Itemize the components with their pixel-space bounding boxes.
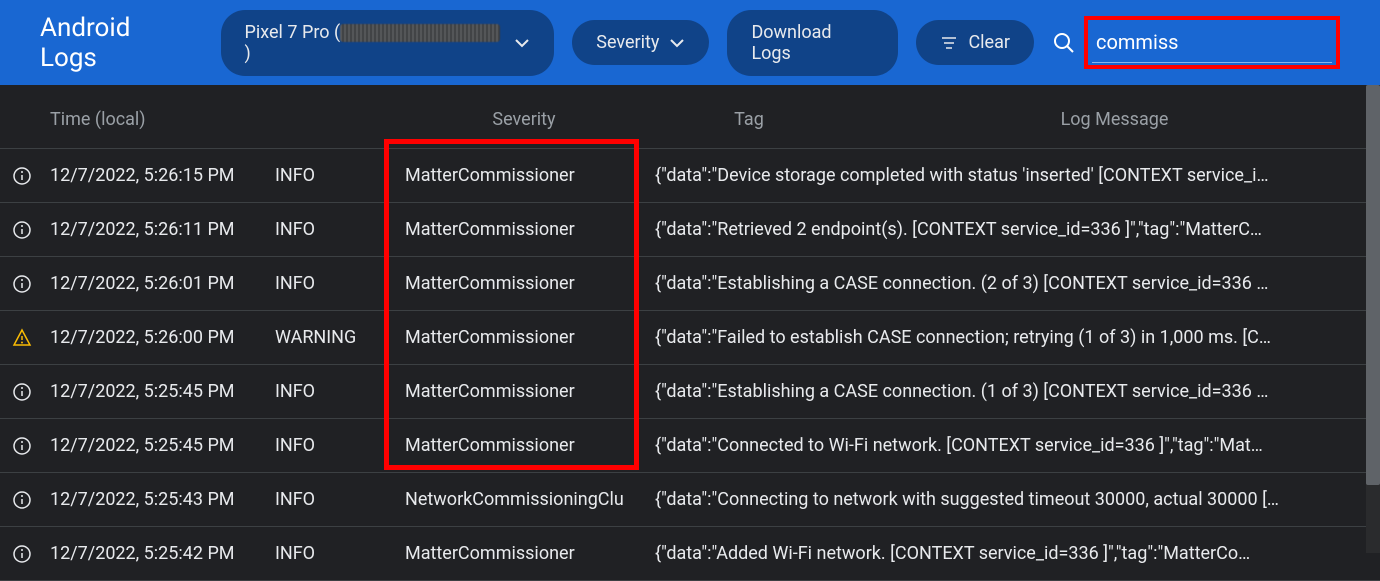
severity-cell: INFO [269,435,399,456]
tag-cell: MatterCommissioner [399,273,649,294]
device-id-obscured [340,24,500,42]
severity-cell: WARNING [269,327,399,348]
tag-cell: NetworkCommissioningClu [399,489,649,510]
tag-cell: MatterCommissioner [399,381,649,402]
severity-cell: INFO [269,165,399,186]
message-cell: {"data":"Establishing a CASE connection.… [649,273,1380,294]
column-header-time[interactable]: Time (local) [44,109,269,130]
header-bar: Android Logs Pixel 7 Pro () Severity Dow… [0,0,1380,85]
message-cell: {"data":"Connected to Wi-Fi network. [CO… [649,435,1380,456]
message-cell: {"data":"Establishing a CASE connection.… [649,381,1380,402]
time-cell: 12/7/2022, 5:26:00 PM [44,327,269,348]
scrollbar-thumb[interactable] [1366,85,1380,485]
clear-icon [940,34,958,52]
device-label: Pixel 7 Pro () [245,22,505,64]
info-icon [0,166,44,186]
severity-cell: INFO [269,489,399,510]
table-row[interactable]: 12/7/2022, 5:25:45 PMINFOMatterCommissio… [0,365,1380,419]
column-header-severity[interactable]: Severity [399,109,649,130]
time-cell: 12/7/2022, 5:25:43 PM [44,489,269,510]
download-logs-label: Download Logs [751,22,874,64]
search-container [1052,16,1340,69]
tag-cell: MatterCommissioner [399,327,649,348]
tag-cell: MatterCommissioner [399,543,649,564]
time-cell: 12/7/2022, 5:26:01 PM [44,273,269,294]
info-icon [0,544,44,564]
time-cell: 12/7/2022, 5:26:11 PM [44,219,269,240]
column-header-message[interactable]: Log Message [849,109,1380,130]
message-cell: {"data":"Connecting to network with sugg… [649,489,1380,510]
column-header-tag[interactable]: Tag [649,109,849,130]
clear-button[interactable]: Clear [916,20,1034,65]
severity-cell: INFO [269,273,399,294]
table-row[interactable]: 12/7/2022, 5:25:43 PMINFONetworkCommissi… [0,473,1380,527]
table-row[interactable]: 12/7/2022, 5:26:15 PMINFOMatterCommissio… [0,149,1380,203]
tag-cell: MatterCommissioner [399,219,649,240]
info-icon [0,220,44,240]
chevron-down-icon [669,35,685,51]
download-logs-button[interactable]: Download Logs [727,10,898,76]
clear-label: Clear [968,32,1010,53]
page-title: Android Logs [40,13,193,73]
time-cell: 12/7/2022, 5:26:15 PM [44,165,269,186]
table-header: Time (local) Severity Tag Log Message [0,85,1380,149]
search-icon [1052,31,1076,55]
scrollbar[interactable] [1366,85,1380,553]
time-cell: 12/7/2022, 5:25:42 PM [44,543,269,564]
severity-filter[interactable]: Severity [572,20,709,65]
message-cell: {"data":"Added Wi-Fi network. [CONTEXT s… [649,543,1380,564]
time-cell: 12/7/2022, 5:25:45 PM [44,381,269,402]
table-row[interactable]: 12/7/2022, 5:26:01 PMINFOMatterCommissio… [0,257,1380,311]
search-highlight-annotation [1084,16,1340,69]
severity-filter-label: Severity [596,32,659,53]
message-cell: {"data":"Retrieved 2 endpoint(s). [CONTE… [649,219,1380,240]
table-row[interactable]: 12/7/2022, 5:26:00 PMWARNINGMatterCommis… [0,311,1380,365]
severity-cell: INFO [269,381,399,402]
tag-cell: MatterCommissioner [399,435,649,456]
tag-cell: MatterCommissioner [399,165,649,186]
info-icon [0,274,44,294]
info-icon [0,490,44,510]
chevron-down-icon [514,35,530,51]
table-row[interactable]: 12/7/2022, 5:25:42 PMINFOMatterCommissio… [0,527,1380,581]
info-icon [0,436,44,456]
log-rows: 12/7/2022, 5:26:15 PMINFOMatterCommissio… [0,149,1380,581]
warning-icon [0,328,44,348]
severity-cell: INFO [269,219,399,240]
message-cell: {"data":"Failed to establish CASE connec… [649,327,1380,348]
search-input[interactable] [1092,22,1332,63]
message-cell: {"data":"Device storage completed with s… [649,165,1380,186]
table-row[interactable]: 12/7/2022, 5:25:45 PMINFOMatterCommissio… [0,419,1380,473]
device-selector[interactable]: Pixel 7 Pro () [221,10,555,76]
table-row[interactable]: 12/7/2022, 5:26:11 PMINFOMatterCommissio… [0,203,1380,257]
severity-cell: INFO [269,543,399,564]
time-cell: 12/7/2022, 5:25:45 PM [44,435,269,456]
info-icon [0,382,44,402]
